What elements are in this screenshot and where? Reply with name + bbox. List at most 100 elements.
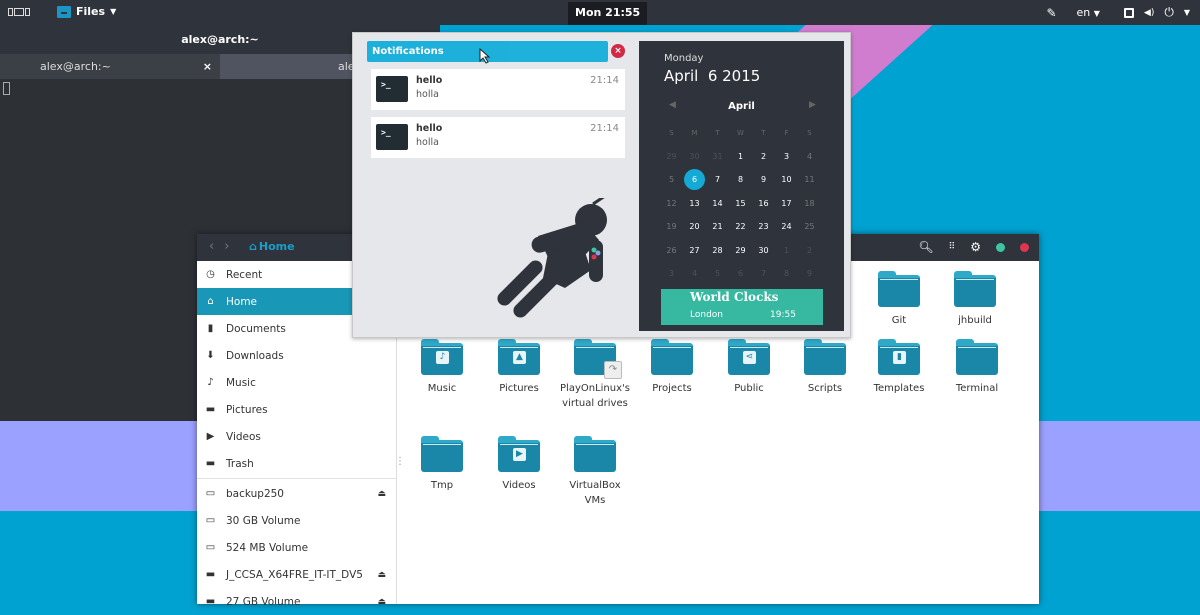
chevron-down-icon: ▼ (1183, 8, 1190, 17)
sidebar-item-30-gb-volume[interactable]: ▭ 30 GB Volume (197, 507, 396, 534)
folder-item[interactable]: ▮ Templates (864, 339, 934, 396)
folder-item[interactable]: VirtualBox VMs (560, 436, 630, 508)
calendar-day[interactable]: 8 (775, 262, 798, 286)
close-icon[interactable]: × (203, 54, 212, 79)
monitor-icon: ▭ (205, 488, 216, 499)
calendar-day[interactable]: 3 (775, 145, 798, 169)
folder-icon: ⋖ (728, 339, 770, 375)
terminal-icon: >_ (376, 76, 408, 102)
calendar-day[interactable]: 28 (706, 239, 729, 263)
folder-label: Git (891, 315, 907, 326)
activities-icon[interactable] (8, 6, 30, 18)
sidebar-item-label: 27 GB Volume (226, 595, 301, 608)
calendar-day[interactable]: 17 (775, 192, 798, 216)
calendar-day[interactable]: 30 (752, 239, 775, 263)
folder-item[interactable]: ♪ Music (407, 339, 477, 396)
maximize-button[interactable] (996, 242, 1005, 252)
sidebar-item-27-gb-volume[interactable]: ▬ 27 GB Volume ⏏ (197, 588, 396, 615)
sidebar-item-music[interactable]: ♪ Music (197, 369, 396, 396)
calendar-day[interactable]: 18 (798, 192, 821, 216)
back-button[interactable]: ‹ (209, 239, 214, 254)
notification-item[interactable]: >_ hello holla 21:14 (371, 117, 625, 158)
clear-notifications-button[interactable]: × (611, 44, 625, 58)
calendar-day-label: 29 (666, 151, 677, 161)
eject-icon[interactable]: ⏏ (377, 570, 386, 580)
calendar-day[interactable]: 1 (775, 239, 798, 263)
sidebar-item-videos[interactable]: ▶ Videos (197, 423, 396, 450)
clock-button[interactable]: Mon 21:55 (568, 2, 648, 25)
calendar-day[interactable]: 7 (752, 262, 775, 286)
folder-item[interactable]: ▶ Videos (484, 436, 554, 493)
calendar-day[interactable]: 1 (729, 145, 752, 169)
folder-item[interactable]: Projects (637, 339, 707, 396)
sidebar-item-pictures[interactable]: ▬ Pictures (197, 396, 396, 423)
calendar-day[interactable]: 9 (798, 262, 821, 286)
calendar-day[interactable]: 4 (798, 145, 821, 169)
calendar-day[interactable]: 6 (683, 168, 706, 192)
app-menu[interactable]: Files ▼ (57, 5, 116, 18)
close-button[interactable] (1020, 242, 1029, 252)
grid-view-icon[interactable]: ⠿ (949, 242, 956, 252)
keyboard-layout-menu[interactable]: en ▼ (1077, 6, 1100, 19)
pane-resize-handle[interactable]: ⋮ (395, 456, 405, 468)
calendar-day[interactable]: 20 (683, 215, 706, 239)
folder-item[interactable]: ⋖ Public (714, 339, 784, 396)
sidebar-item-j-ccsa-x64fre-it-it-dv5[interactable]: ▬ J_CCSA_X64FRE_IT-IT_DV5 ⏏ (197, 561, 396, 588)
eject-icon[interactable]: ⏏ (377, 597, 386, 607)
calendar-day[interactable]: 19 (660, 215, 683, 239)
sidebar-item-backup250[interactable]: ▭ backup250 ⏏ (197, 480, 396, 507)
calendar-day-label: 20 (689, 222, 700, 232)
calendar-panel: Monday April 6 2015 ◀ April ▶ S M T W T F S 29 3… (639, 41, 844, 331)
calendar-day[interactable]: 2 (752, 145, 775, 169)
calendar-day[interactable]: 24 (775, 215, 798, 239)
calendar-day[interactable]: 12 (660, 192, 683, 216)
calendar-day[interactable]: 5 (660, 168, 683, 192)
calendar-day[interactable]: 25 (798, 215, 821, 239)
sidebar-item-trash[interactable]: ▬ Trash (197, 450, 396, 477)
calendar-day[interactable]: 30 (683, 145, 706, 169)
folder-emblem-icon: ▮ (893, 351, 906, 364)
sidebar-item-524-mb-volume[interactable]: ▭ 524 MB Volume (197, 534, 396, 561)
next-month-button[interactable]: ▶ (809, 100, 816, 110)
calendar-day[interactable]: 15 (729, 192, 752, 216)
calendar-day[interactable]: 14 (706, 192, 729, 216)
calendar-day[interactable]: 5 (706, 262, 729, 286)
pencil-icon[interactable]: ✎ (1046, 6, 1056, 20)
calendar-day[interactable]: 8 (729, 168, 752, 192)
forward-button[interactable]: › (224, 239, 229, 254)
folder-item[interactable]: Terminal (942, 339, 1012, 396)
calendar-day[interactable]: 22 (729, 215, 752, 239)
search-icon[interactable]: 🔍︎ (918, 240, 933, 254)
calendar-day[interactable]: 11 (798, 168, 821, 192)
calendar-day[interactable]: 3 (660, 262, 683, 286)
calendar-day[interactable]: 16 (752, 192, 775, 216)
calendar-day[interactable]: 29 (660, 145, 683, 169)
calendar-day[interactable]: 21 (706, 215, 729, 239)
calendar-day[interactable]: 23 (752, 215, 775, 239)
eject-icon[interactable]: ⏏ (377, 489, 386, 499)
terminal-tab[interactable]: alex@arch:~ × (0, 54, 220, 79)
calendar-day[interactable]: 29 (729, 239, 752, 263)
breadcrumb[interactable]: ⌂ Home (249, 240, 295, 253)
folder-item[interactable]: Git (864, 271, 934, 328)
calendar-day[interactable]: 4 (683, 262, 706, 286)
calendar-day[interactable]: 2 (798, 239, 821, 263)
calendar-day[interactable]: 10 (775, 168, 798, 192)
folder-item[interactable]: Scripts (790, 339, 860, 396)
notification-item[interactable]: >_ hello holla 21:14 (371, 69, 625, 110)
calendar-day[interactable]: 9 (752, 168, 775, 192)
calendar-day[interactable]: 6 (729, 262, 752, 286)
calendar-day[interactable]: 31 (706, 145, 729, 169)
folder-item[interactable]: Tmp (407, 436, 477, 493)
world-clocks-button[interactable]: World Clocks London 19:55 (661, 289, 823, 325)
calendar-day[interactable]: 27 (683, 239, 706, 263)
system-menu[interactable]: ◀) ⏻ ▼ (1123, 5, 1190, 20)
sidebar-item-downloads[interactable]: ⬇ Downloads (197, 342, 396, 369)
gear-icon[interactable]: ⚙ (970, 240, 981, 254)
calendar-day[interactable]: 26 (660, 239, 683, 263)
folder-item[interactable]: ▲ Pictures (484, 339, 554, 396)
calendar-day[interactable]: 7 (706, 168, 729, 192)
calendar-day[interactable]: 13 (683, 192, 706, 216)
folder-item[interactable]: jhbuild (940, 271, 1010, 328)
folder-item[interactable]: ↷ PlayOnLinux's virtual drives (560, 339, 630, 411)
